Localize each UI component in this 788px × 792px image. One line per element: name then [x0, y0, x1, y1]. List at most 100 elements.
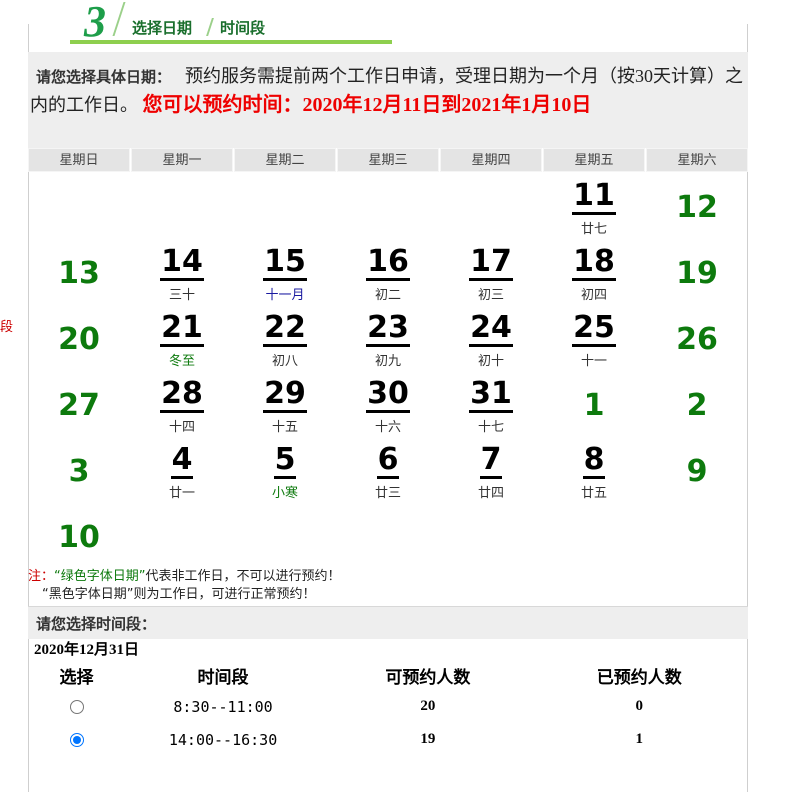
calendar-day[interactable]: 17 初三	[440, 246, 542, 303]
calendar-day[interactable]: 22 初八	[234, 312, 336, 369]
day-number: 24	[469, 310, 513, 347]
day-number: 30	[366, 376, 410, 413]
lunar-date: 廿五	[580, 486, 607, 501]
day-number: 22	[263, 310, 307, 347]
day-number: 10	[58, 520, 100, 555]
calendar-day[interactable]: 23 初九	[337, 312, 439, 369]
calendar-day[interactable]: 31 十七	[440, 378, 542, 435]
day-number: 11	[572, 178, 616, 215]
lunar-date: 初九	[374, 354, 401, 369]
calendar-day[interactable]: 18 初四	[543, 246, 645, 303]
slot-booked: 1	[635, 731, 644, 747]
calendar-day[interactable]: 15 十一月	[234, 246, 336, 303]
weekday-label: 星期日	[28, 148, 130, 172]
day-number: 12	[676, 190, 718, 225]
slot-available: 20	[420, 698, 436, 714]
step-header: 3 选择日期 时间段	[70, 0, 392, 46]
header-available: 可预约人数	[385, 667, 471, 687]
time-slot-table: 选择 时间段 可预约人数 已预约人数 8:30--11:00 20 0 14:00--…	[30, 660, 746, 756]
calendar-day[interactable]: 24 初十	[440, 312, 542, 369]
calendar-day: 20	[28, 322, 130, 358]
slot-radio[interactable]	[69, 699, 84, 714]
selected-date: 2020年12月31日	[34, 642, 140, 658]
day-number: 6	[376, 442, 400, 479]
lunar-date: 十七	[477, 420, 504, 435]
day-number: 3	[68, 454, 90, 489]
calendar-day[interactable]: 30 十六	[337, 378, 439, 435]
slot-booked: 0	[635, 698, 644, 714]
calendar-day[interactable]: 8 廿五	[543, 442, 645, 502]
lunar-date: 廿一	[168, 486, 195, 501]
lunar-date: 初三	[477, 288, 504, 303]
legend-line2: “黑色字体日期”则为工作日，可进行正常预约！	[42, 587, 316, 602]
calendar-day[interactable]: 21 冬至	[131, 312, 233, 369]
time-section-title: 请您选择时间段：	[36, 617, 157, 633]
edge-text-fragment: 段	[0, 320, 14, 335]
calendar-day: 26	[646, 322, 748, 358]
calendar-day: 2	[646, 388, 748, 424]
calendar-day[interactable]: 25 十一	[543, 312, 645, 369]
calendar-day: 9	[646, 454, 748, 490]
legend-prefix: 注：	[28, 569, 55, 584]
lunar-date: 冬至	[168, 354, 195, 369]
calendar-day[interactable]: 4 廿一	[131, 442, 233, 502]
calendar-day[interactable]: 7 廿四	[440, 442, 542, 502]
slot-select-cell	[30, 690, 123, 723]
header-time: 时间段	[197, 667, 249, 687]
lunar-date: 十四	[168, 420, 195, 435]
lunar-date: 初二	[374, 288, 401, 303]
day-number: 4	[170, 442, 194, 479]
time-section-header: 请您选择时间段：	[28, 606, 748, 639]
calendar-day[interactable]: 6 廿三	[337, 442, 439, 502]
legend-note: 注：“绿色字体日期”代表非工作日，不可以进行预约！ “黑色字体日期”则为工作日，…	[28, 568, 341, 604]
calendar-day[interactable]: 28 十四	[131, 378, 233, 435]
lunar-date: 廿七	[580, 222, 607, 237]
day-number: 8	[582, 442, 606, 479]
lunar-date: 三十	[168, 288, 195, 303]
day-number: 1	[583, 388, 605, 423]
step-label: 选择日期	[132, 19, 193, 37]
booking-range: 您可以预约时间：2020年12月11日到2021年1月10日	[142, 94, 592, 116]
slot-radio[interactable]	[69, 732, 84, 747]
day-number: 27	[58, 388, 100, 423]
lunar-date: 初四	[580, 288, 607, 303]
weekday-label: 星期三	[337, 148, 439, 172]
calendar-day: 19	[646, 256, 748, 292]
calendar-day[interactable]: 11 廿七	[543, 180, 645, 237]
day-number: 7	[479, 442, 503, 479]
weekday-label: 星期二	[234, 148, 336, 172]
weekday-label: 星期五	[543, 148, 645, 172]
day-number: 29	[263, 376, 307, 413]
slot-time: 8:30--11:00	[173, 697, 273, 716]
lunar-date: 初八	[271, 354, 298, 369]
lunar-date: 小寒	[271, 486, 298, 501]
weekday-label: 星期四	[440, 148, 542, 172]
day-number: 15	[263, 244, 307, 281]
lunar-date: 十六	[374, 420, 401, 435]
calendar-day: 13	[28, 256, 130, 292]
day-number: 28	[160, 376, 204, 413]
step-divider	[206, 18, 214, 36]
day-number: 25	[572, 310, 616, 347]
legend-line1: 代表非工作日，不可以进行预约！	[145, 569, 341, 584]
lunar-date: 十五	[271, 420, 298, 435]
lunar-date: 廿三	[374, 486, 401, 501]
slot-available: 19	[420, 731, 436, 747]
table-header-row: 选择 时间段 可预约人数 已预约人数	[30, 660, 746, 690]
day-number: 9	[686, 454, 708, 489]
date-notice: 请您选择具体日期： 预约服务需提前两个工作日申请，受理日期为一个月（按30天计算）…	[28, 52, 748, 148]
day-number: 23	[366, 310, 410, 347]
calendar-day[interactable]: 16 初二	[337, 246, 439, 303]
slot-select-cell	[30, 723, 123, 756]
legend-green-label: “绿色字体日期”	[54, 569, 146, 584]
lunar-date: 廿四	[477, 486, 504, 501]
day-number: 20	[58, 322, 100, 357]
calendar-day[interactable]: 5 小寒	[234, 444, 336, 502]
lunar-date: 十一	[580, 354, 607, 369]
calendar-day: 12	[646, 190, 748, 226]
header-select: 选择	[59, 667, 94, 687]
calendar-day: 1	[543, 388, 645, 424]
calendar-day[interactable]: 29 十五	[234, 378, 336, 435]
day-number: 13	[58, 256, 100, 291]
calendar-day[interactable]: 14 三十	[131, 246, 233, 303]
